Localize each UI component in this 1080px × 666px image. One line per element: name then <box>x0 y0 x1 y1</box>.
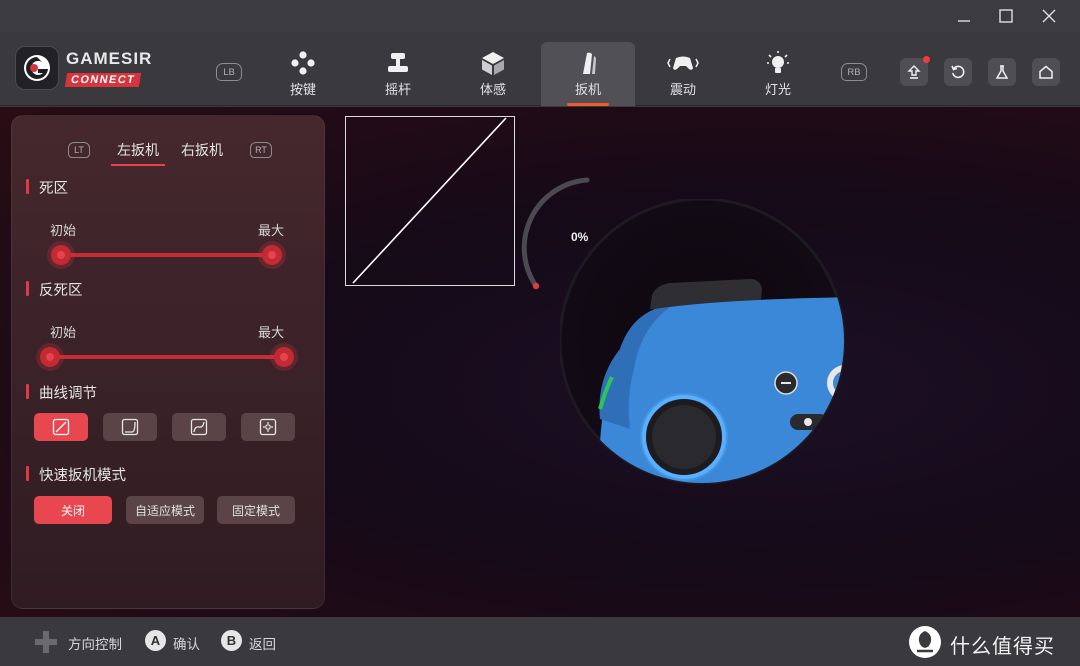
tab-vibration[interactable]: 震动 <box>636 42 730 106</box>
deadzone-slider[interactable] <box>61 253 273 257</box>
notification-dot <box>923 56 930 63</box>
main-content: LT 左扳机 右扳机 RT 死区 初始 最大 反死区 初始 最大 曲线调节 快速… <box>0 107 1080 617</box>
slow-start-curve-icon <box>121 418 139 436</box>
linear-curve-icon <box>52 418 70 436</box>
curve-title: 曲线调节 <box>26 382 97 403</box>
curve-linear-button[interactable] <box>34 413 88 441</box>
minimize-icon <box>958 20 970 22</box>
controller-preview <box>560 199 846 485</box>
quick-trigger-adaptive-button[interactable]: 自适应模式 <box>126 496 204 524</box>
reset-button[interactable] <box>944 58 972 86</box>
close-icon <box>1042 9 1056 23</box>
reset-icon <box>951 65 965 79</box>
anti-deadzone-start-label: 初始 <box>50 326 77 341</box>
curve-s-button[interactable] <box>172 413 226 441</box>
trigger-side-tabs: LT 左扳机 右扳机 RT <box>12 132 326 166</box>
gauge-indicator <box>532 282 540 290</box>
b-button-icon: B <box>221 630 242 651</box>
back-hint-label: 返回 <box>249 637 276 653</box>
tab-joystick[interactable]: 摇杆 <box>351 42 445 106</box>
a-button-icon: A <box>145 630 166 651</box>
deadzone-max-label: 最大 <box>258 224 285 239</box>
anti-deadzone-max-label: 最大 <box>258 326 285 341</box>
quick-trigger-fixed-button[interactable]: 固定模式 <box>217 496 295 524</box>
vibration-icon <box>667 56 699 70</box>
response-curve-line <box>352 117 507 284</box>
dpad-icon <box>35 631 57 653</box>
custom-curve-icon <box>259 418 277 436</box>
upgrade-icon <box>907 65 921 79</box>
rb-indicator[interactable]: RB <box>841 63 867 81</box>
tab-label: 灯光 <box>764 83 791 98</box>
home-button[interactable] <box>1032 58 1060 86</box>
maximize-button[interactable] <box>985 0 1027 32</box>
confirm-hint-label: 确认 <box>173 637 200 653</box>
light-bulb-icon <box>767 51 789 73</box>
top-navigation: GAMESIR CONNECT LB 按键 摇杆 体感 扳机 震动 灯光 RB <box>0 32 1080 106</box>
close-button[interactable] <box>1028 0 1070 32</box>
maximize-icon <box>999 9 1013 23</box>
deadzone-end-handle[interactable] <box>262 245 282 265</box>
response-curve-graph <box>345 116 515 286</box>
lb-indicator[interactable]: LB <box>216 63 242 81</box>
dpad-hint-label: 方向控制 <box>68 637 122 653</box>
curve-slow-start-button[interactable] <box>103 413 157 441</box>
anti-deadzone-slider[interactable] <box>50 355 284 359</box>
footer-hints: 方向控制 A 确认 B 返回 什么值得买 <box>0 617 1080 666</box>
watermark-text: 什么值得买 <box>950 634 1055 658</box>
title-bar <box>0 0 1080 32</box>
anti-deadzone-start-handle[interactable] <box>40 347 60 367</box>
lt-indicator: LT <box>68 142 90 158</box>
quick-trigger-title: 快速扳机模式 <box>26 464 126 485</box>
gamesir-logo-icon <box>24 55 50 81</box>
anti-deadzone-title: 反死区 <box>26 279 83 300</box>
firmware-upgrade-button[interactable] <box>900 56 930 86</box>
rt-indicator: RT <box>250 142 272 158</box>
tab-buttons[interactable]: 按键 <box>256 42 350 106</box>
tab-label: 扳机 <box>574 83 601 98</box>
brand-wordmark: GAMESIR CONNECT <box>64 49 153 87</box>
deadzone-title: 死区 <box>26 177 68 198</box>
active-tab-indicator <box>567 103 609 106</box>
home-icon <box>1039 65 1053 79</box>
tab-right-trigger[interactable]: 右扳机 <box>181 140 223 160</box>
gamesir-logo <box>15 46 59 90</box>
minimize-button[interactable] <box>943 0 985 32</box>
trigger-icon <box>583 52 596 74</box>
motion-cube-icon <box>482 52 504 75</box>
s-curve-icon <box>190 418 208 436</box>
tab-label: 震动 <box>669 83 696 98</box>
tab-motion[interactable]: 体感 <box>446 42 540 106</box>
tab-lighting[interactable]: 灯光 <box>731 42 825 106</box>
smzdm-logo-icon <box>909 626 941 658</box>
joystick-icon <box>388 53 408 72</box>
brand-sub: CONNECT <box>64 73 142 87</box>
lab-flask-icon <box>995 65 1009 79</box>
tab-label: 摇杆 <box>384 83 411 98</box>
deadzone-start-handle[interactable] <box>51 245 71 265</box>
lab-button[interactable] <box>988 58 1016 86</box>
tab-left-trigger[interactable]: 左扳机 <box>111 140 165 166</box>
quick-trigger-off-button[interactable]: 关闭 <box>34 496 112 524</box>
anti-deadzone-end-handle[interactable] <box>274 347 294 367</box>
tab-label: 体感 <box>479 83 506 98</box>
tab-label: 按键 <box>289 83 316 98</box>
trigger-settings-panel: LT 左扳机 右扳机 RT 死区 初始 最大 反死区 初始 最大 曲线调节 快速… <box>11 115 325 609</box>
deadzone-start-label: 初始 <box>50 224 77 239</box>
curve-custom-button[interactable] <box>241 413 295 441</box>
buttons-icon <box>291 51 315 75</box>
brand-name: GAMESIR <box>66 49 153 68</box>
tab-trigger[interactable]: 扳机 <box>541 42 635 106</box>
